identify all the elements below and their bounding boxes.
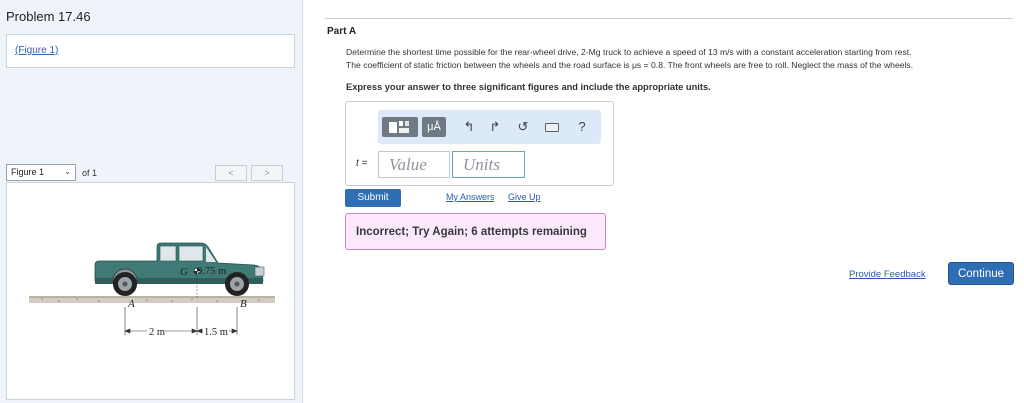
label-g: G bbox=[180, 266, 188, 278]
figure-nav-bar: Figure 1 ⌄ of 1 < > bbox=[6, 164, 295, 182]
my-answers-link[interactable]: My Answers bbox=[446, 192, 495, 202]
figure-next-button[interactable]: > bbox=[251, 165, 283, 181]
dim-left-label: 2 m bbox=[149, 327, 165, 338]
keyboard-icon[interactable] bbox=[545, 123, 559, 132]
redo-icon[interactable]: ↱ bbox=[486, 119, 504, 135]
give-up-link[interactable]: Give Up bbox=[508, 192, 541, 202]
figure-link-box: (Figure 1) bbox=[6, 34, 295, 68]
problem-statement-line-2: The coefficient of static friction betwe… bbox=[346, 60, 914, 70]
value-input[interactable]: Value bbox=[378, 151, 450, 178]
figure-prev-button[interactable]: < bbox=[215, 165, 247, 181]
label-b: B bbox=[240, 298, 247, 310]
submit-button[interactable]: Submit bbox=[345, 189, 401, 207]
units-symbol-button[interactable]: μÅ bbox=[422, 117, 446, 137]
label-a: A bbox=[127, 298, 135, 310]
problem-statement-line-1: Determine the shortest time possible for… bbox=[346, 47, 912, 57]
part-divider bbox=[325, 18, 1013, 19]
undo-icon[interactable]: ↰ bbox=[460, 119, 478, 135]
part-label: Part A bbox=[327, 26, 357, 37]
figure-link[interactable]: (Figure 1) bbox=[15, 45, 58, 56]
help-icon[interactable]: ? bbox=[573, 119, 591, 134]
figure-select[interactable]: Figure 1 ⌄ bbox=[6, 164, 76, 181]
answer-box: μÅ ↰ ↱ ↺ ? t = Value Units bbox=[345, 101, 614, 186]
left-panel: Problem 17.46 (Figure 1) Figure 1 ⌄ of 1… bbox=[0, 0, 303, 403]
dim-height-label: 0.75 m bbox=[197, 266, 226, 277]
reset-icon[interactable]: ↺ bbox=[514, 119, 532, 135]
figure-frame: G 0.75 m A B 2 m 1.5 m bbox=[6, 182, 295, 400]
templates-button[interactable] bbox=[382, 117, 418, 137]
problem-statement: Determine the shortest time possible for… bbox=[346, 46, 1014, 72]
feedback-box: Incorrect; Try Again; 6 attempts remaini… bbox=[345, 213, 606, 250]
chevron-down-icon: ⌄ bbox=[64, 167, 71, 176]
figure-count: of 1 bbox=[82, 168, 98, 178]
units-input[interactable]: Units bbox=[452, 151, 525, 178]
ground bbox=[29, 296, 275, 303]
dim-right-label: 1.5 m bbox=[204, 327, 228, 338]
provide-feedback-link[interactable]: Provide Feedback bbox=[849, 269, 926, 280]
figure-select-value: Figure 1 bbox=[11, 167, 45, 177]
feedback-message: Incorrect; Try Again; 6 attempts remaini… bbox=[356, 226, 587, 238]
variable-label: t = bbox=[356, 158, 368, 169]
truck-figure: G 0.75 m A B 2 m 1.5 m bbox=[29, 242, 275, 338]
answer-instruction: Express your answer to three significant… bbox=[346, 82, 711, 92]
templates-icon bbox=[389, 121, 409, 133]
continue-button[interactable]: Continue bbox=[948, 262, 1014, 285]
math-toolbar: μÅ ↰ ↱ ↺ ? bbox=[378, 110, 601, 144]
problem-title: Problem 17.46 bbox=[6, 9, 91, 24]
